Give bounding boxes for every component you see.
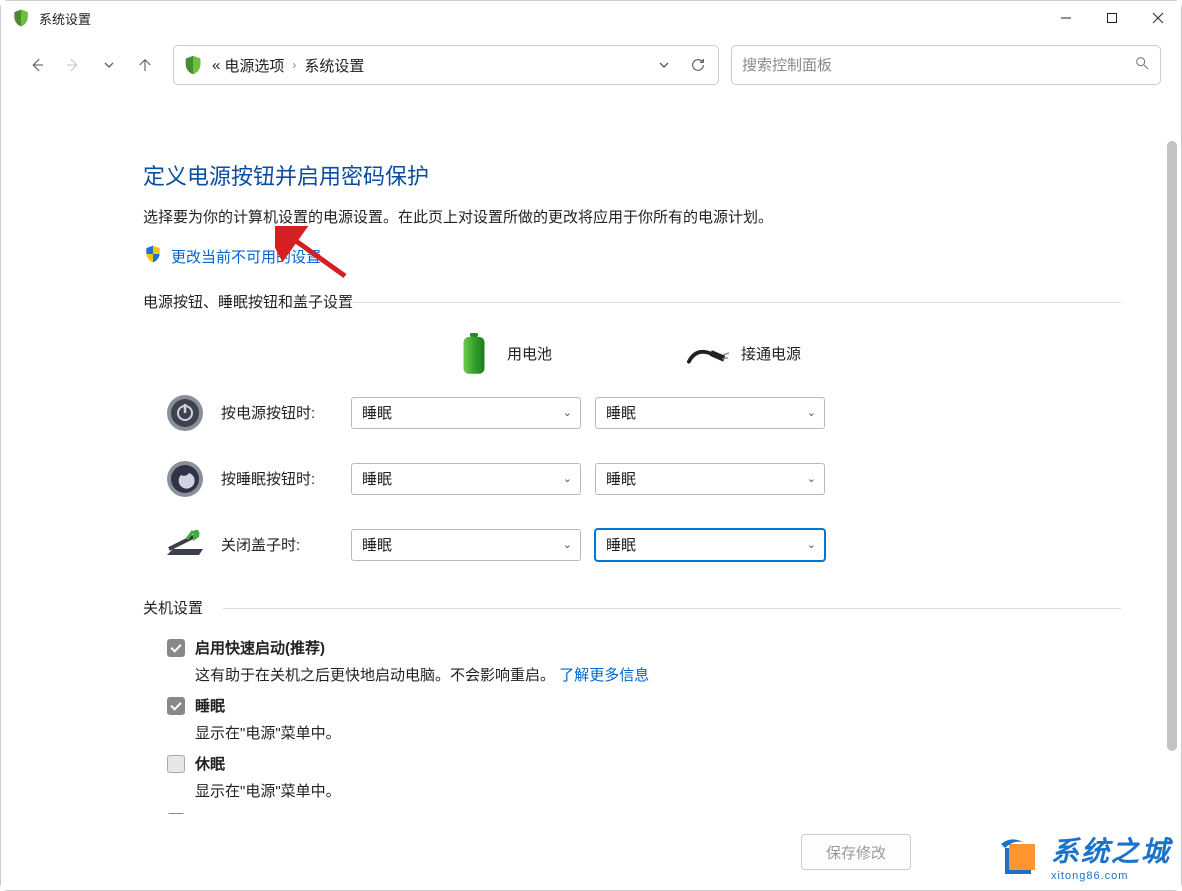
power-button-battery-dropdown[interactable]: 睡眠⌄ (351, 397, 581, 429)
back-button[interactable] (21, 49, 53, 81)
nav-bar: « 电源选项 › 系统设置 (1, 35, 1181, 95)
search-box[interactable] (731, 45, 1161, 85)
column-battery-label: 用电池 (507, 343, 552, 364)
hibernate-label: 休眠 (195, 753, 225, 774)
close-button[interactable] (1135, 1, 1181, 35)
scrollbar-thumb[interactable] (1167, 141, 1177, 751)
column-plugged: 接通电源 (687, 333, 801, 375)
sleep-desc: 显示在"电源"菜单中。 (195, 722, 1141, 743)
chevron-down-icon: ⌄ (807, 538, 816, 551)
title-bar: 系统设置 (1, 1, 1181, 35)
forward-button[interactable] (57, 49, 89, 81)
section-divider (223, 608, 1121, 609)
fast-startup-row: 启用快速启动(推荐) (167, 637, 1141, 658)
breadcrumb-prefix[interactable]: « (210, 53, 222, 78)
chevron-down-icon: ⌄ (563, 406, 572, 419)
fast-startup-label: 启用快速启动(推荐) (195, 637, 325, 658)
scrollbar[interactable] (1167, 141, 1177, 781)
breadcrumb-item-1[interactable]: 系统设置 (302, 51, 366, 80)
chevron-down-icon: ⌄ (807, 472, 816, 485)
close-lid-battery-dropdown[interactable]: 睡眠⌄ (351, 529, 581, 561)
power-button-icon (163, 391, 207, 435)
row-power-button: 按电源按钮时: 睡眠⌄ 睡眠⌄ (143, 391, 1141, 435)
close-lid-plugged-dropdown[interactable]: 睡眠⌄ (595, 529, 825, 561)
watermark: 系统之城 xitong86.com (999, 830, 1171, 882)
address-icon (182, 54, 204, 76)
app-icon (11, 8, 31, 28)
sleep-button-icon (163, 457, 207, 501)
column-plugged-label: 接通电源 (741, 343, 801, 364)
hibernate-row: 休眠 (167, 753, 1141, 774)
up-button[interactable] (129, 49, 161, 81)
search-icon[interactable] (1134, 55, 1150, 76)
search-input[interactable] (742, 57, 1134, 74)
sleep-button-plugged-dropdown[interactable]: 睡眠⌄ (595, 463, 825, 495)
chevron-down-icon: ⌄ (807, 406, 816, 419)
window-title: 系统设置 (39, 9, 91, 28)
page-description: 选择要为你的计算机设置的电源设置。在此页上对设置所做的更改将应用于你所有的电源计… (143, 207, 1141, 230)
row-close-lid-label: 关闭盖子时: (221, 534, 351, 555)
sleep-button-battery-dropdown[interactable]: 睡眠⌄ (351, 463, 581, 495)
change-unavailable-settings-link[interactable]: 更改当前不可用的设置 (171, 246, 321, 267)
sleep-row: 睡眠 (167, 695, 1141, 716)
close-lid-icon (163, 523, 207, 567)
minimize-button[interactable] (1043, 1, 1089, 35)
address-dropdown-icon[interactable] (650, 51, 678, 79)
battery-icon (453, 333, 495, 375)
hibernate-desc: 显示在"电源"菜单中。 (195, 780, 1141, 801)
plug-icon (687, 333, 729, 375)
row-sleep-button-label: 按睡眠按钮时: (221, 468, 351, 489)
breadcrumb-sep-icon: › (292, 58, 296, 72)
address-bar[interactable]: « 电源选项 › 系统设置 (173, 45, 719, 85)
hibernate-checkbox[interactable] (167, 755, 185, 773)
uac-shield-icon (143, 244, 163, 269)
refresh-button[interactable] (684, 51, 712, 79)
learn-more-link[interactable]: 了解更多信息 (559, 667, 649, 684)
section-divider (343, 302, 1121, 303)
chevron-down-icon: ⌄ (563, 472, 572, 485)
watermark-title: 系统之城 (1051, 830, 1171, 870)
watermark-url: xitong86.com (1051, 870, 1171, 882)
sleep-label: 睡眠 (195, 695, 225, 716)
chevron-down-icon: ⌄ (563, 538, 572, 551)
content-area: 定义电源按钮并启用密码保护 选择要为你的计算机设置的电源设置。在此页上对设置所做… (1, 101, 1181, 814)
save-button[interactable]: 保存修改 (801, 834, 911, 870)
fast-startup-desc: 这有助于在关机之后更快地启动电脑。不会影响重启。 了解更多信息 (195, 664, 1141, 685)
sleep-checkbox[interactable] (167, 697, 185, 715)
row-sleep-button: 按睡眠按钮时: 睡眠⌄ 睡眠⌄ (143, 457, 1141, 501)
fast-startup-checkbox[interactable] (167, 639, 185, 657)
page-heading: 定义电源按钮并启用密码保护 (143, 159, 1141, 191)
power-button-plugged-dropdown[interactable]: 睡眠⌄ (595, 397, 825, 429)
maximize-button[interactable] (1089, 1, 1135, 35)
row-close-lid: 关闭盖子时: 睡眠⌄ 睡眠⌄ (143, 523, 1141, 567)
history-dropdown-button[interactable] (93, 49, 125, 81)
watermark-logo-icon (999, 834, 1043, 878)
column-battery: 用电池 (453, 333, 552, 375)
row-power-button-label: 按电源按钮时: (221, 402, 351, 423)
breadcrumb-item-0[interactable]: 电源选项 (222, 51, 286, 80)
